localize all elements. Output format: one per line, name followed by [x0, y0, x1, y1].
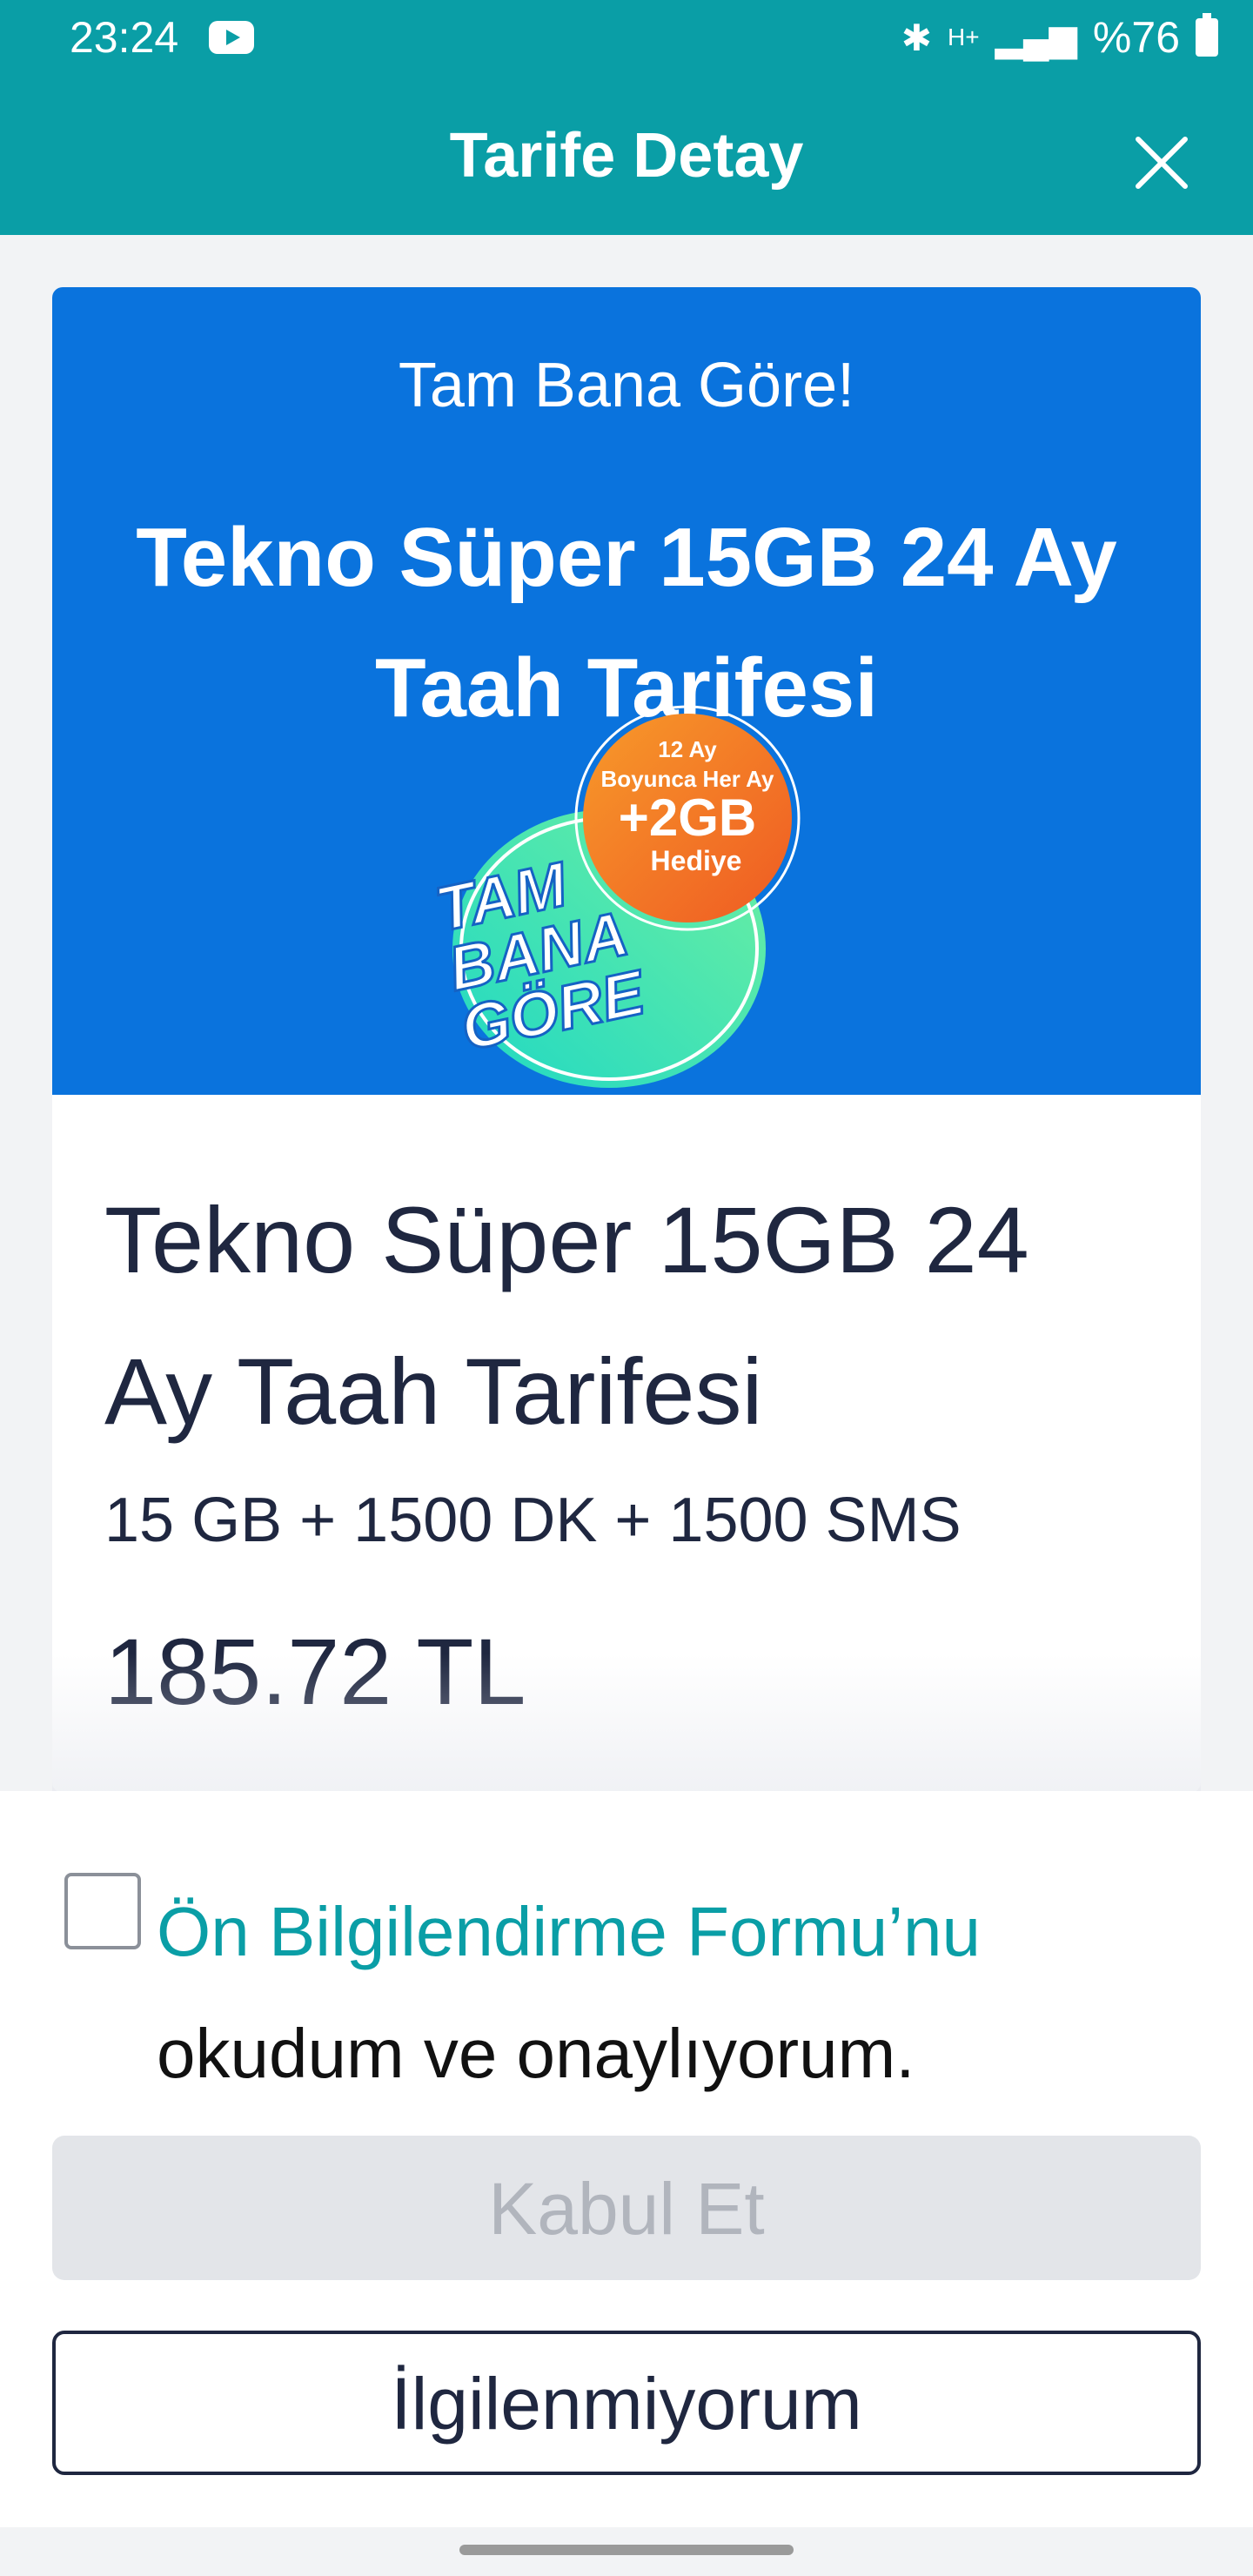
close-icon[interactable] [1131, 132, 1192, 193]
home-indicator[interactable] [459, 2545, 794, 2555]
consent-checkbox[interactable] [64, 1873, 141, 1949]
status-icons: ✱ H+ ▂▄▆ %76 [901, 12, 1218, 63]
consent-text: Ön Bilgilendirme Formu’nu okudum ve onay… [157, 1871, 1201, 2115]
consent-statement: okudum ve onaylıyorum. [157, 2015, 915, 2092]
pre-info-form-link[interactable]: Ön Bilgilendirme Formu’nu [157, 1893, 981, 1970]
plan-features: 15 GB + 1500 DK + 1500 SMS [104, 1486, 962, 1555]
status-bar: 23:24 ✱ H+ ▂▄▆ %76 [0, 0, 1253, 84]
not-interested-button[interactable]: İlgilenmiyorum [52, 2331, 1201, 2475]
accept-button[interactable]: Kabul Et [52, 2136, 1201, 2280]
signal-icon: ▂▄▆ [995, 17, 1077, 58]
battery-percent: %76 [1092, 13, 1180, 62]
bottom-action-sheet: Ön Bilgilendirme Formu’nu okudum ve onay… [0, 1791, 1253, 2527]
plan-name: Tekno Süper 15GB 24 Ay Taah Tarifesi [104, 1187, 1029, 1444]
badge-amount: +2GB [619, 788, 756, 847]
app-header: Tarife Detay [0, 84, 1253, 235]
network-icon: H+ [947, 23, 980, 50]
tariff-card: Tam Bana Göre! Tekno Süper 15GB 24 Ay Ta… [52, 287, 1201, 1793]
badge-line-1: 12 Ay [658, 736, 717, 762]
tariff-details: Tekno Süper 15GB 24 Ay Taah Tarifesi 15 … [52, 1095, 1201, 1726]
battery-icon [1196, 13, 1218, 57]
card-fade [52, 1654, 1201, 1793]
youtube-icon [209, 21, 254, 54]
page-title: Tarife Detay [449, 121, 804, 191]
status-time: 23:24 [70, 13, 179, 62]
system-nav-bar [0, 2527, 1253, 2576]
banner-subtitle: Tam Bana Göre! [398, 351, 855, 420]
badge-gift: Hediye [651, 845, 742, 876]
bluetooth-icon: ✱ [901, 17, 932, 58]
tariff-banner: Tam Bana Göre! Tekno Süper 15GB 24 Ay Ta… [52, 287, 1201, 1095]
promo-badge-image: 12 Ay Boyunca Her Ay +2GB Hediye TAM BAN… [435, 705, 801, 1088]
